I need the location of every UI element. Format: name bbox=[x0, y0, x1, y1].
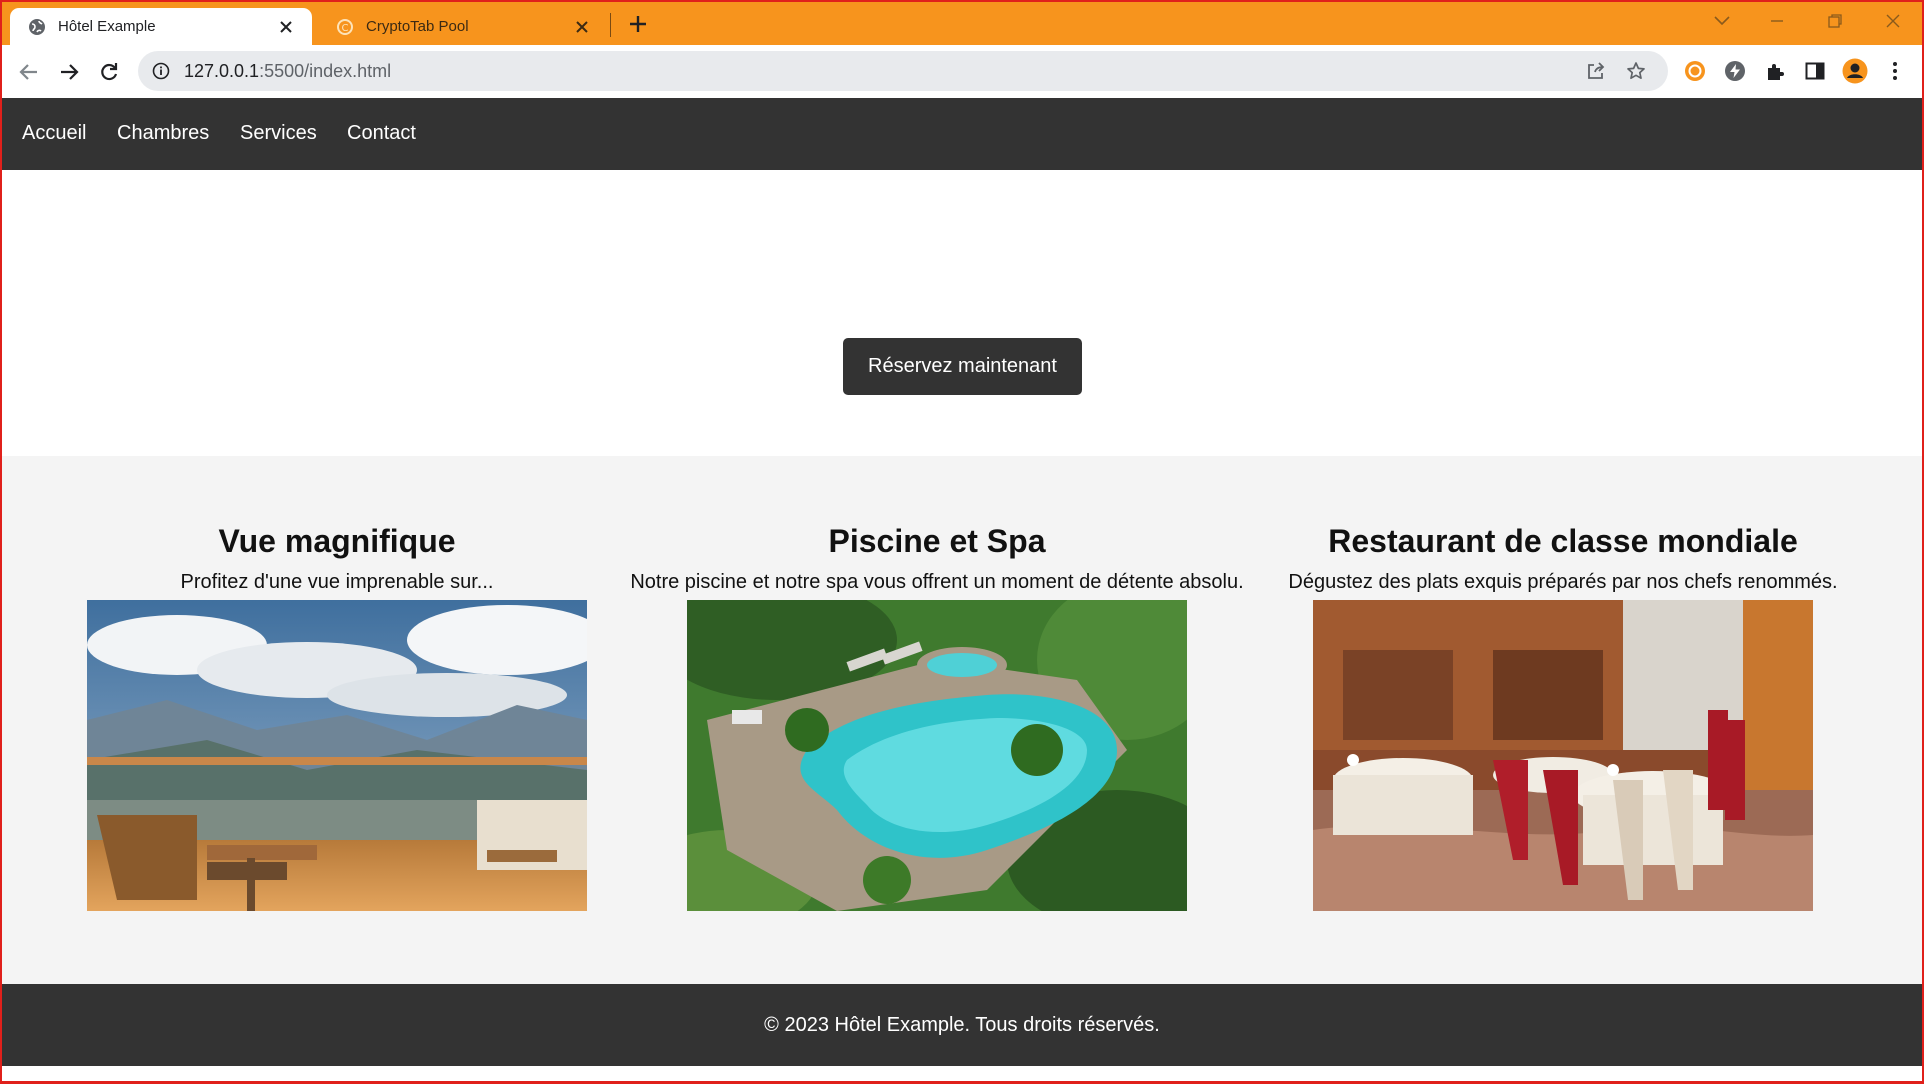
site-navigation-bar: Accueil Chambres Services Contact bbox=[0, 98, 1924, 170]
profile-avatar-icon[interactable] bbox=[1842, 58, 1868, 84]
close-icon[interactable] bbox=[274, 15, 298, 39]
features-section: Vue magnifique Profitez d'une vue impren… bbox=[0, 456, 1924, 984]
feature-title: Restaurant de classe mondiale bbox=[1328, 523, 1798, 559]
new-tab-plus-icon[interactable] bbox=[624, 10, 652, 38]
cryptotab-icon: C bbox=[336, 18, 354, 36]
feature-description: Dégustez des plats exquis préparés par n… bbox=[1288, 571, 1838, 593]
hero-section: Réservez maintenant bbox=[0, 170, 1924, 456]
svg-text:C: C bbox=[342, 23, 349, 34]
restore-icon[interactable] bbox=[1820, 8, 1850, 34]
cryptotab-extension-icon[interactable] bbox=[1682, 58, 1708, 84]
share-icon[interactable] bbox=[1584, 59, 1608, 83]
balcony-mountain-view-photo bbox=[87, 600, 587, 911]
browser-toolbar: 127.0.0.1:5500/index.html bbox=[0, 45, 1924, 98]
forward-arrow-icon[interactable] bbox=[54, 57, 84, 87]
feature-description: Profitez d'une vue imprenable sur... bbox=[180, 571, 494, 593]
globe-icon bbox=[28, 18, 46, 36]
tab-divider bbox=[610, 13, 611, 37]
back-arrow-icon[interactable] bbox=[14, 57, 44, 87]
minimize-icon[interactable] bbox=[1762, 8, 1792, 34]
copyright-text: © 2023 Hôtel Example. Tous droits réserv… bbox=[764, 1014, 1160, 1036]
page-bottom-strip bbox=[0, 1066, 1924, 1084]
restaurant-interior-photo bbox=[1313, 600, 1813, 911]
address-bar[interactable]: 127.0.0.1:5500/index.html bbox=[138, 51, 1668, 91]
puzzle-extensions-icon[interactable] bbox=[1762, 58, 1788, 84]
side-panel-icon[interactable] bbox=[1802, 58, 1828, 84]
close-icon[interactable] bbox=[570, 15, 594, 39]
tab-title: Hôtel Example bbox=[58, 18, 156, 35]
nav-link-chambres[interactable]: Chambres bbox=[117, 122, 209, 145]
window-close-icon[interactable] bbox=[1878, 8, 1908, 34]
nav-link-services[interactable]: Services bbox=[240, 122, 317, 145]
lightning-extension-icon[interactable] bbox=[1722, 58, 1748, 84]
feature-description: Notre piscine et notre spa vous offrent … bbox=[630, 571, 1244, 593]
info-icon[interactable] bbox=[150, 60, 172, 82]
browser-tab-active[interactable]: Hôtel Example bbox=[10, 8, 312, 45]
url-host: 127.0.0.1 bbox=[184, 61, 260, 81]
nav-link-contact[interactable]: Contact bbox=[347, 122, 416, 145]
bookmark-star-icon[interactable] bbox=[1624, 59, 1648, 83]
feature-title: Piscine et Spa bbox=[828, 523, 1046, 559]
reload-icon[interactable] bbox=[94, 57, 124, 87]
chevron-down-icon[interactable] bbox=[1707, 8, 1737, 34]
feature-title: Vue magnifique bbox=[218, 523, 456, 559]
more-menu-icon[interactable] bbox=[1882, 58, 1908, 84]
tab-title: CryptoTab Pool bbox=[366, 18, 469, 35]
site-footer: © 2023 Hôtel Example. Tous droits réserv… bbox=[0, 984, 1924, 1066]
book-now-button[interactable]: Réservez maintenant bbox=[843, 338, 1082, 395]
nav-link-accueil[interactable]: Accueil bbox=[22, 122, 86, 145]
url-path: :5500/index.html bbox=[259, 61, 392, 81]
url-text: 127.0.0.1:5500/index.html bbox=[184, 61, 391, 82]
browser-tab-inactive[interactable]: C CryptoTab Pool bbox=[318, 8, 608, 45]
browser-tab-strip: Hôtel Example C CryptoTab Pool bbox=[0, 0, 1924, 45]
pool-garden-photo bbox=[687, 600, 1187, 911]
